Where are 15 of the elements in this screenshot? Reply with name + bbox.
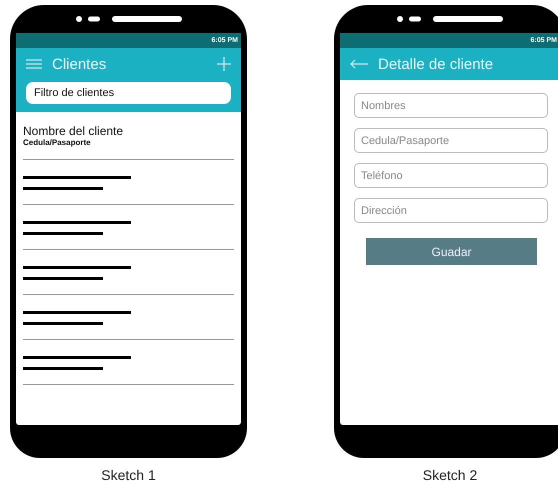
back-arrow-icon[interactable] bbox=[350, 59, 368, 69]
input-field[interactable]: Teléfono bbox=[354, 163, 548, 188]
save-button[interactable]: Guadar bbox=[366, 238, 537, 265]
client-name: Nombre del cliente bbox=[23, 124, 124, 138]
screen-title: Detalle de cliente bbox=[378, 56, 494, 72]
sketch-caption: Sketch 1 bbox=[101, 467, 156, 483]
input-field[interactable]: Cedula/Pasaporte bbox=[354, 128, 548, 153]
sketch-caption: Sketch 2 bbox=[422, 467, 478, 483]
menu-icon[interactable] bbox=[26, 59, 42, 69]
add-icon[interactable] bbox=[217, 57, 231, 71]
input-field[interactable]: Nombres bbox=[354, 93, 548, 118]
screen-title: Clientes bbox=[52, 56, 108, 72]
input-field[interactable]: Dirección bbox=[354, 198, 548, 223]
search-field[interactable]: Filtro de clientes bbox=[26, 82, 231, 104]
client-id: Cedula/Pasaporte bbox=[23, 138, 92, 147]
